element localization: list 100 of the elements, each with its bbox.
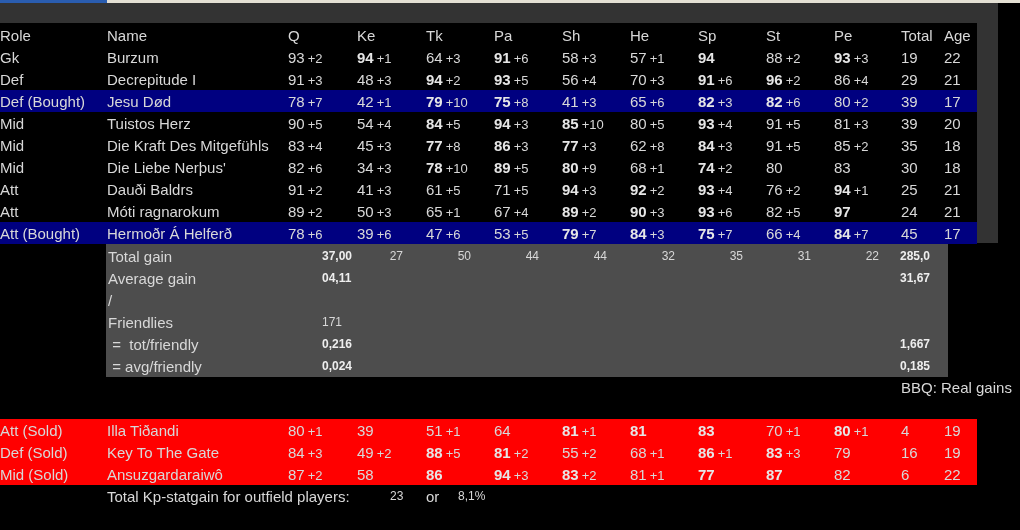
role-cell-text: Def bbox=[0, 70, 25, 88]
summary-value: 35 bbox=[728, 249, 743, 263]
age-cell-text: 17 bbox=[944, 224, 962, 242]
footer-conjunction: or bbox=[426, 487, 441, 505]
stat-cell-text: 80 +1 bbox=[288, 421, 324, 439]
stat-cell-text: 64 +3 bbox=[426, 48, 462, 66]
note-text: BBQ: Real gains bbox=[901, 378, 1013, 398]
stat-cell-text: 93 +3 bbox=[834, 48, 870, 66]
footer-label: Total Kp-statgain for outfield players: bbox=[107, 487, 351, 505]
stat-cell-text: 81 +1 bbox=[630, 465, 666, 483]
role-cell-text: Def (Bought) bbox=[0, 92, 87, 110]
name-cell-text: Burzum bbox=[107, 48, 160, 66]
stat-cell-text: 82 +5 bbox=[766, 202, 802, 220]
stat-cell-text: 91 +6 bbox=[698, 70, 734, 88]
summary-value: 0,216 bbox=[321, 337, 354, 351]
stat-cell-text: 77 +8 bbox=[426, 136, 462, 154]
stat-cell-text: 83 +4 bbox=[288, 136, 324, 154]
summary-total: 285,0 bbox=[899, 249, 932, 263]
stat-cell-text: 75 +7 bbox=[698, 224, 734, 242]
stat-cell-text: 84 +5 bbox=[426, 114, 462, 132]
stat-cell-text: 49 +2 bbox=[357, 443, 393, 461]
stat-cell-text: 39 bbox=[357, 421, 375, 439]
column-header: Total bbox=[901, 26, 934, 44]
stat-cell-text: 89 +5 bbox=[494, 158, 530, 176]
stat-cell-text: 78 +10 bbox=[426, 158, 469, 176]
name-cell-text: Jesu Død bbox=[107, 92, 173, 110]
stat-cell-text: 85 +2 bbox=[834, 136, 870, 154]
name-cell-text: Dauði Baldrs bbox=[107, 180, 194, 198]
summary-value: 171 bbox=[321, 315, 344, 329]
stat-cell-text: 94 +1 bbox=[834, 180, 870, 198]
summary-value: 0,024 bbox=[321, 359, 354, 373]
footer-percent: 8,1% bbox=[458, 489, 486, 503]
stat-cell-text: 91 +6 bbox=[494, 48, 530, 66]
stat-cell-text: 82 +6 bbox=[766, 92, 802, 110]
total-cell-text: 24 bbox=[901, 202, 919, 220]
stat-cell-text: 90 +3 bbox=[630, 202, 666, 220]
role-cell-text: Att bbox=[0, 180, 20, 198]
stat-cell-text: 58 +3 bbox=[562, 48, 598, 66]
stat-cell-text: 89 +2 bbox=[562, 202, 598, 220]
stat-cell-text: 45 +3 bbox=[357, 136, 393, 154]
role-cell-text: Att bbox=[0, 202, 20, 220]
name-cell-text: Decrepitude I bbox=[107, 70, 198, 88]
stat-cell-text: 94 +1 bbox=[357, 48, 393, 66]
stat-cell-text: 77 +3 bbox=[562, 136, 598, 154]
stat-cell-text: 94 +3 bbox=[494, 114, 530, 132]
stat-cell-text: 75 +8 bbox=[494, 92, 530, 110]
role-cell-text: Att (Sold) bbox=[0, 421, 64, 439]
stat-cell-text: 93 +5 bbox=[494, 70, 530, 88]
summary-value: 44 bbox=[524, 249, 539, 263]
role-cell-text: Mid bbox=[0, 114, 26, 132]
stat-cell-text: 80 bbox=[766, 158, 784, 176]
stat-cell-text: 79 bbox=[834, 443, 852, 461]
age-cell-text: 22 bbox=[944, 48, 962, 66]
stat-cell-text: 86 +4 bbox=[834, 70, 870, 88]
stat-cell-text: 83 bbox=[834, 158, 852, 176]
role-cell-text: Mid bbox=[0, 136, 26, 154]
stat-cell-text: 68 +1 bbox=[630, 443, 666, 461]
stat-cell-text: 77 bbox=[698, 465, 716, 483]
stat-cell-text: 79 +7 bbox=[562, 224, 598, 242]
stat-cell-text: 94 +3 bbox=[562, 180, 598, 198]
stat-cell-text: 81 +3 bbox=[834, 114, 870, 132]
stat-cell-text: 68 +1 bbox=[630, 158, 666, 176]
stat-cell-text: 74 +2 bbox=[698, 158, 734, 176]
column-header: Q bbox=[288, 26, 301, 44]
stat-cell-text: 41 +3 bbox=[562, 92, 598, 110]
summary-label: Total gain bbox=[107, 247, 174, 265]
summary-label: / bbox=[107, 291, 114, 309]
stat-cell-text: 34 +3 bbox=[357, 158, 393, 176]
stat-cell-text: 80 +5 bbox=[630, 114, 666, 132]
stat-cell-text: 86 +3 bbox=[494, 136, 530, 154]
stat-cell-text: 84 +3 bbox=[698, 136, 734, 154]
summary-value: 37,00 bbox=[321, 249, 354, 263]
stat-cell-text: 62 +8 bbox=[630, 136, 666, 154]
stat-cell-text: 91 +5 bbox=[766, 136, 802, 154]
summary-value: 31 bbox=[796, 249, 811, 263]
age-cell-text: 21 bbox=[944, 202, 962, 220]
age-cell-text: 21 bbox=[944, 180, 962, 198]
summary-label: = tot/friendly bbox=[111, 335, 200, 353]
stat-cell-text: 92 +2 bbox=[630, 180, 666, 198]
stat-cell-text: 39 +6 bbox=[357, 224, 393, 242]
stat-cell-text: 54 +4 bbox=[357, 114, 393, 132]
age-cell-text: 22 bbox=[944, 465, 962, 483]
age-cell-text: 18 bbox=[944, 136, 962, 154]
stat-cell-text: 53 +5 bbox=[494, 224, 530, 242]
total-cell-text: 39 bbox=[901, 92, 919, 110]
stat-cell-text: 70 +1 bbox=[766, 421, 802, 439]
stat-cell-text: 70 +3 bbox=[630, 70, 666, 88]
stat-cell-text: 81 bbox=[630, 421, 648, 439]
summary-value: 50 bbox=[456, 249, 471, 263]
stat-cell-text: 41 +3 bbox=[357, 180, 393, 198]
column-header: Age bbox=[944, 26, 972, 44]
stat-cell-text: 91 +3 bbox=[288, 70, 324, 88]
stat-cell-text: 48 +3 bbox=[357, 70, 393, 88]
stat-cell-text: 93 +4 bbox=[698, 114, 734, 132]
name-cell-text: Die Kraft Des Mitgefühls bbox=[107, 136, 270, 154]
stat-cell-text: 87 +2 bbox=[288, 465, 324, 483]
name-cell-text: Ansuzgardaraiwô bbox=[107, 465, 224, 483]
stat-cell-text: 66 +4 bbox=[766, 224, 802, 242]
age-cell-text: 19 bbox=[944, 421, 962, 439]
stat-cell-text: 78 +6 bbox=[288, 224, 324, 242]
